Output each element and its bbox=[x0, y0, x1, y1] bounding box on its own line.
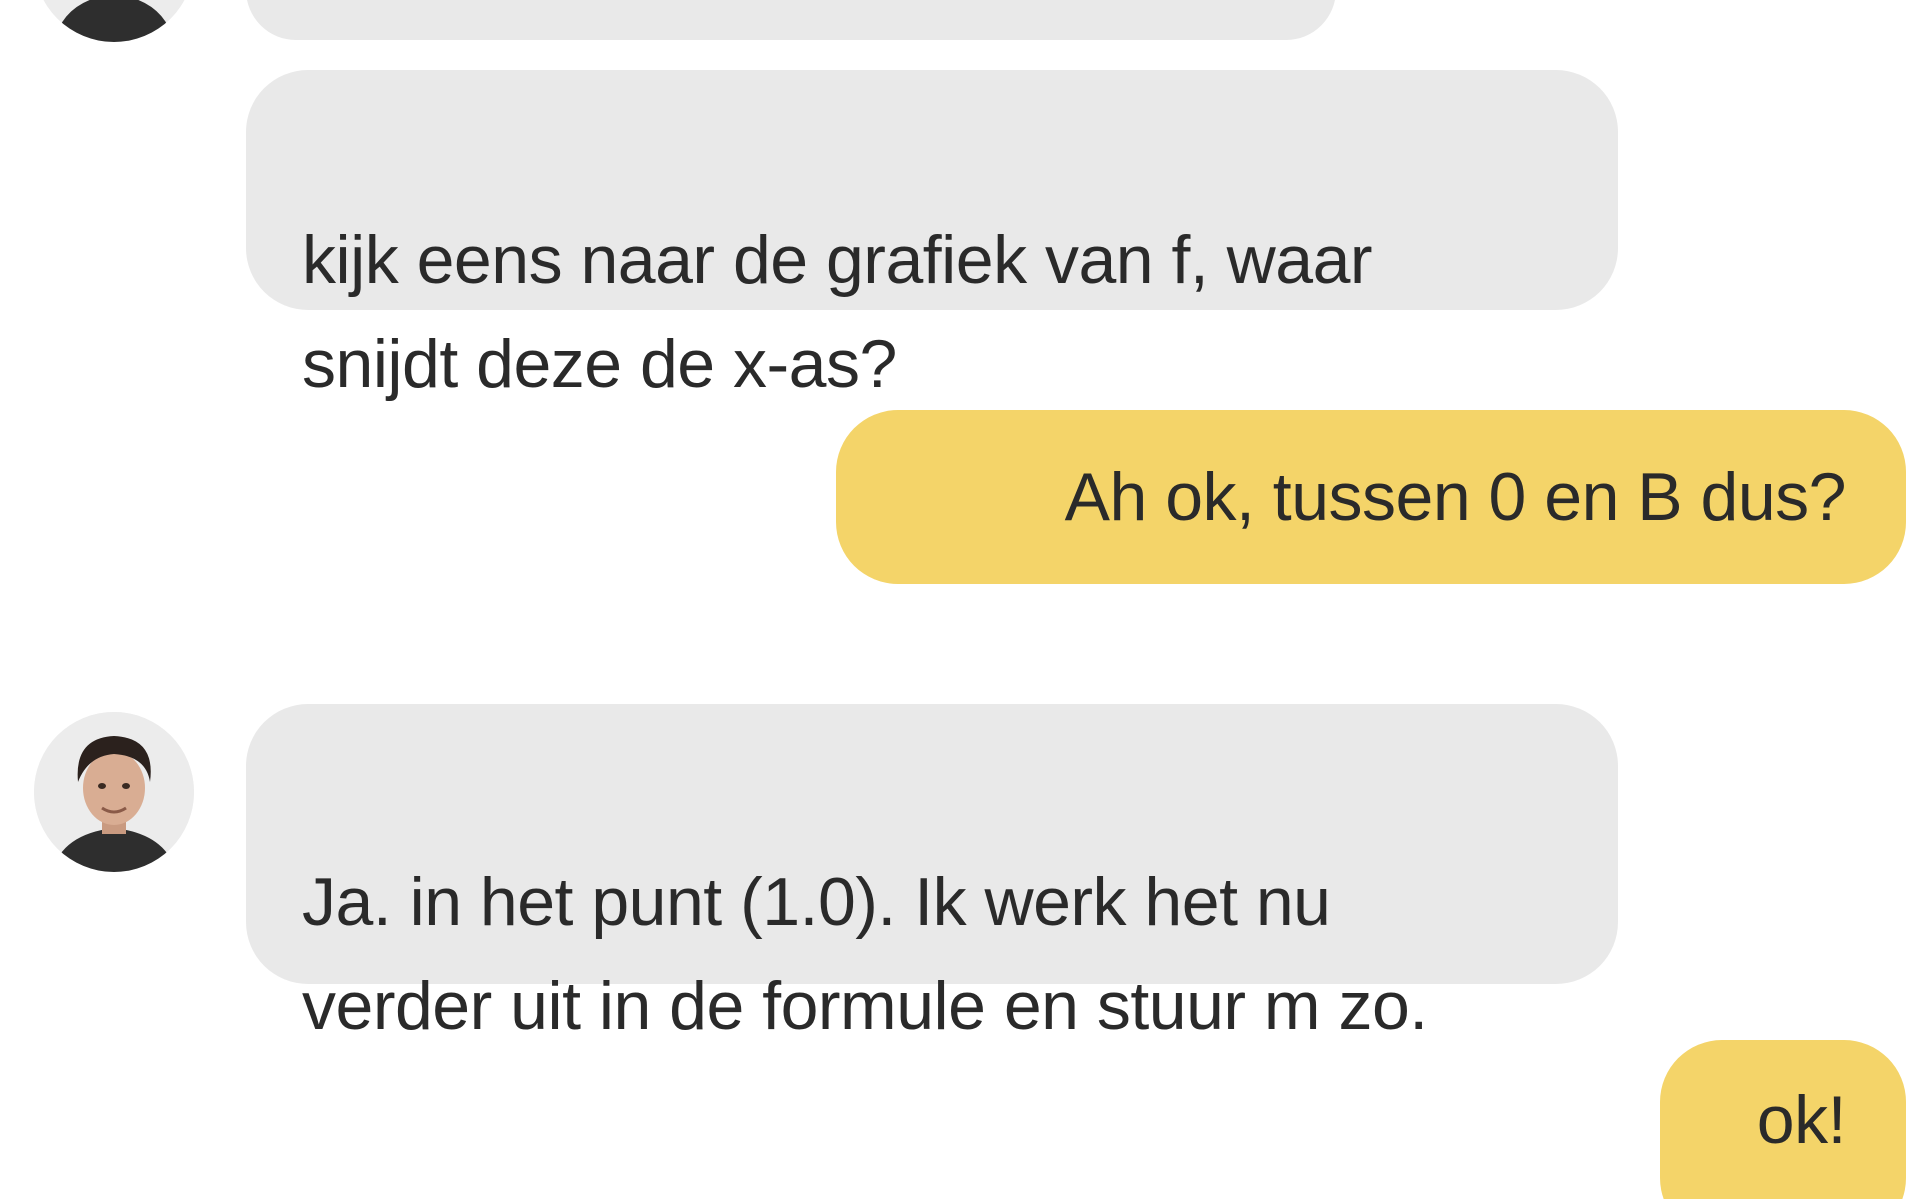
tutor-avatar bbox=[34, 0, 194, 42]
tutor-avatar-icon bbox=[34, 712, 194, 872]
message-text: Ah ok, tussen 0 en B dus? bbox=[1064, 459, 1847, 535]
chat-thread: kijk eens naar de grafiek van f, waar sn… bbox=[0, 0, 1920, 1199]
message-bubble-outgoing: ok! bbox=[1660, 1040, 1906, 1199]
message-bubble-incoming: Ja. in het punt (1.0). Ik werk het nu ve… bbox=[246, 704, 1618, 1044]
tutor-avatar bbox=[34, 712, 194, 872]
message-text: kijk eens naar de grafiek van f, waar sn… bbox=[302, 222, 1373, 402]
tutor-avatar-icon bbox=[34, 0, 194, 42]
message-text: Ja. in het punt (1.0). Ik werk het nu ve… bbox=[302, 864, 1428, 1044]
message-bubble-incoming bbox=[246, 0, 1336, 40]
message-bubble-incoming: kijk eens naar de grafiek van f, waar sn… bbox=[246, 70, 1618, 402]
message-bubble-outgoing: Ah ok, tussen 0 en B dus? bbox=[836, 410, 1906, 584]
message-text: ok! bbox=[1756, 1082, 1847, 1158]
